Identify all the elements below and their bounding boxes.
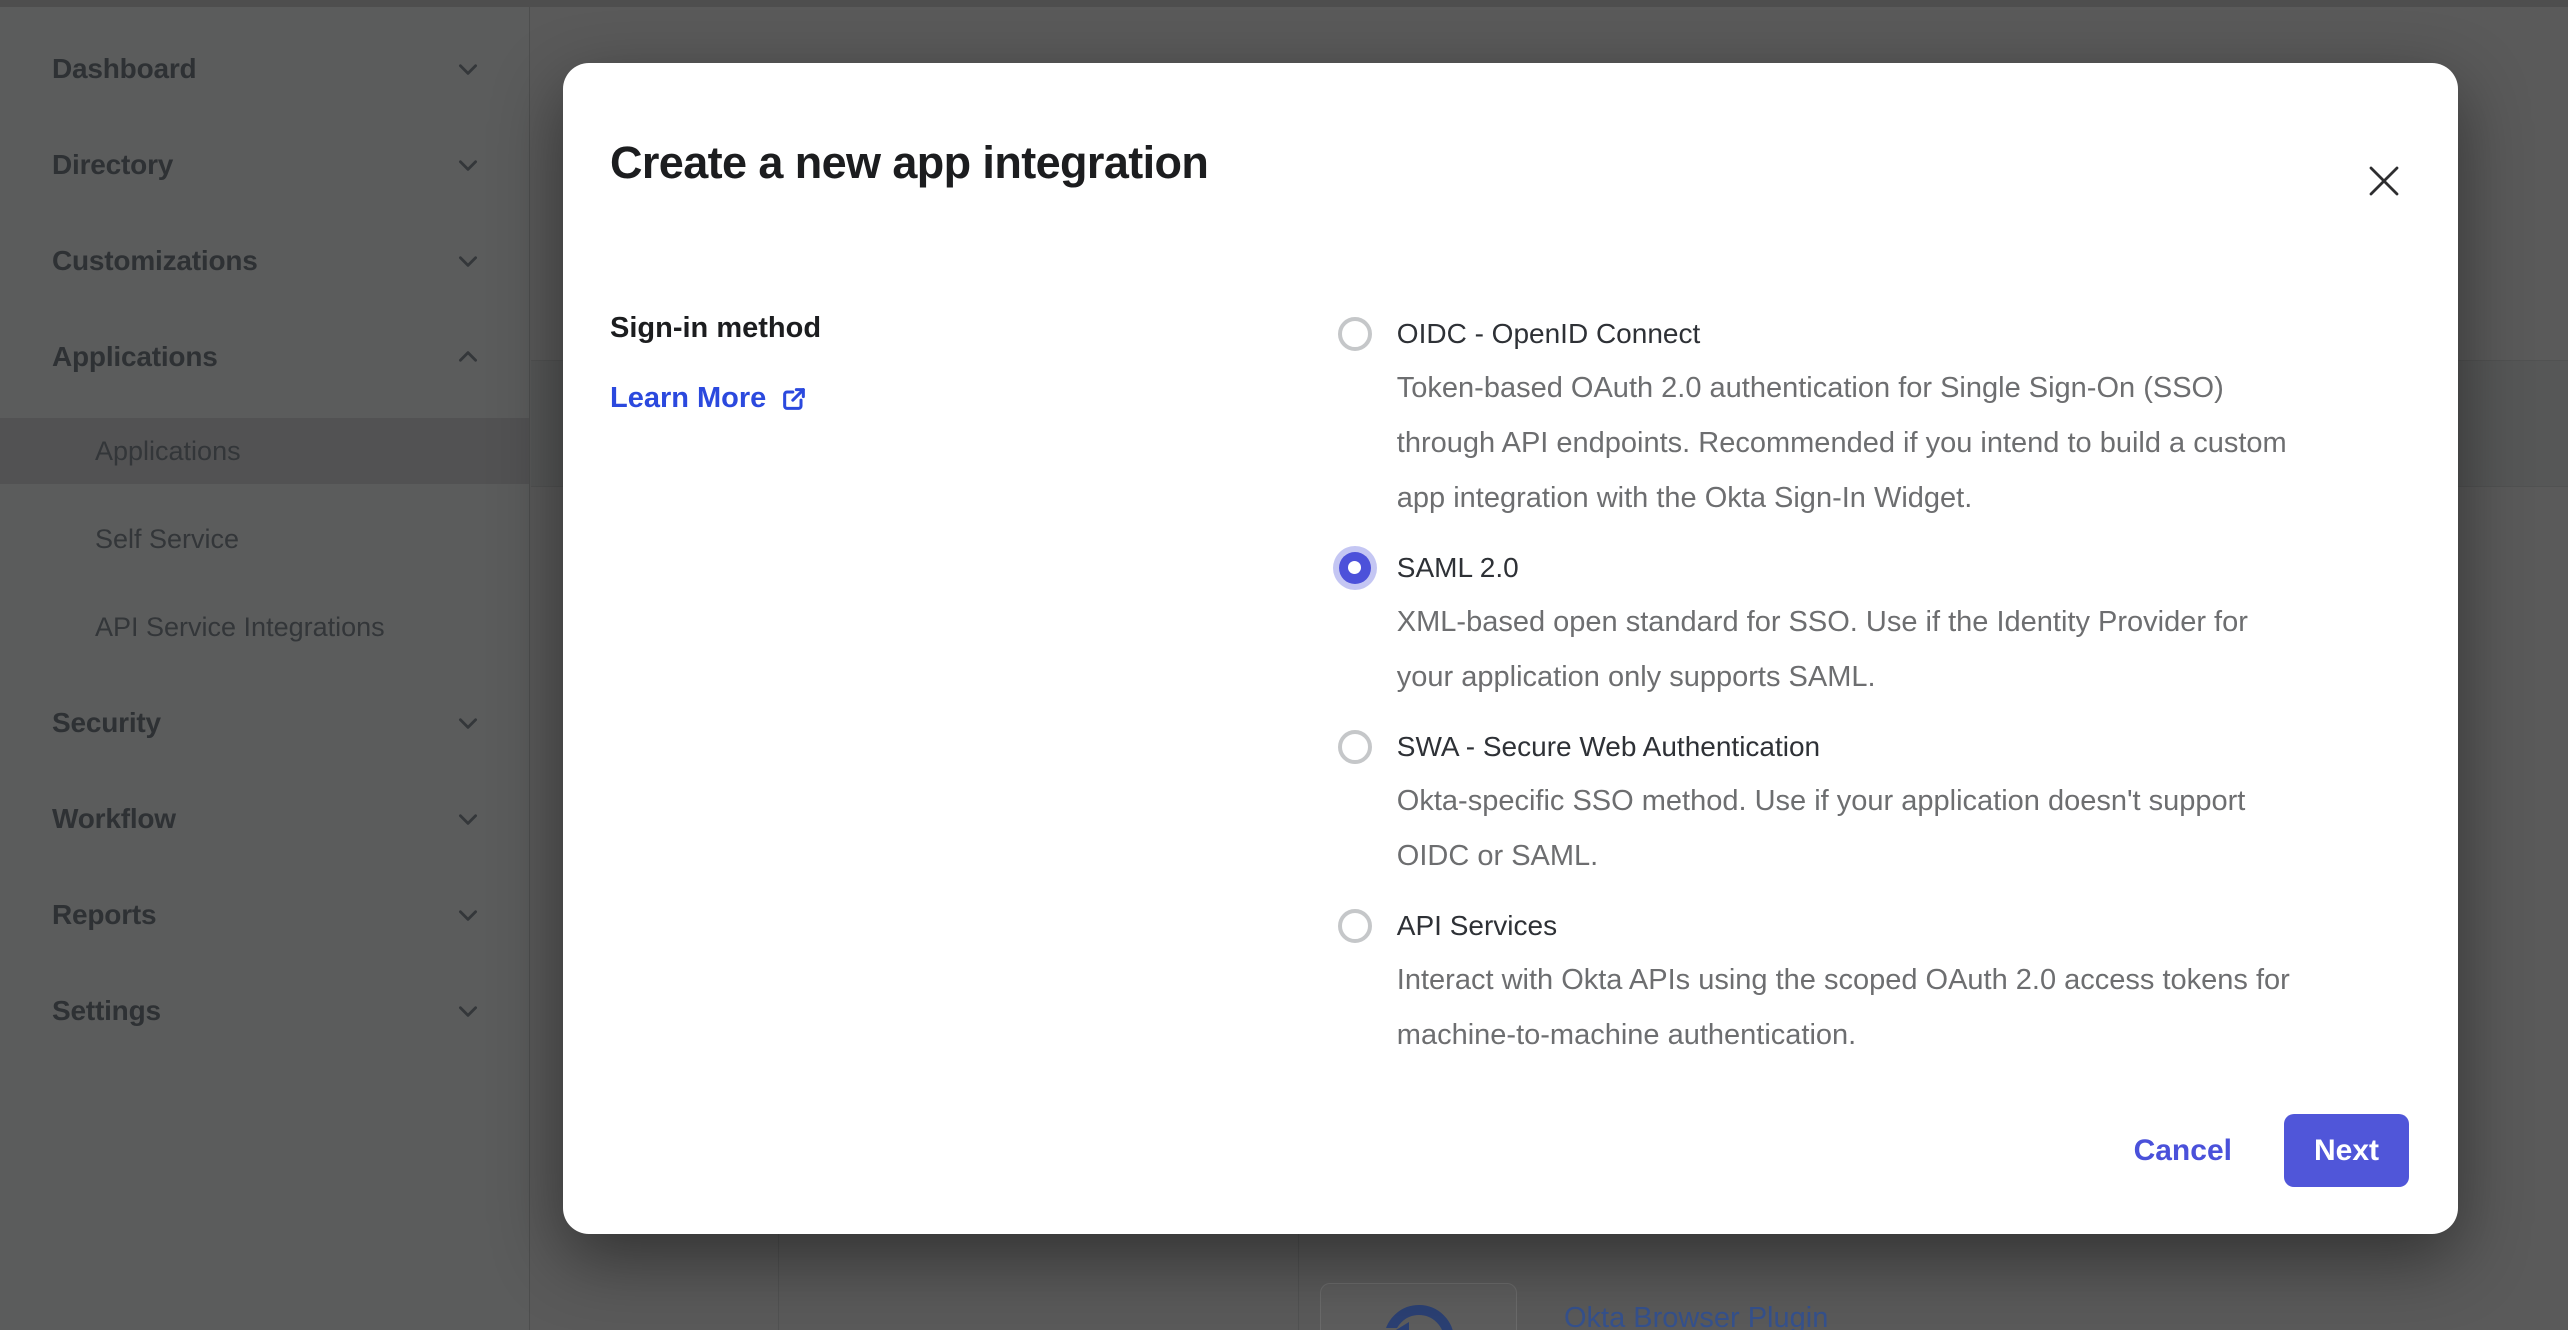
radio-saml[interactable] bbox=[1333, 546, 1377, 590]
option-description: XML-based open standard for SSO. Use if … bbox=[1397, 595, 2418, 705]
option-label: SWA - Secure Web Authentication bbox=[1397, 731, 1820, 763]
create-app-integration-modal: Create a new app integration Sign-in met… bbox=[563, 63, 2458, 1234]
radio-api-services[interactable] bbox=[1333, 904, 1377, 948]
close-button[interactable] bbox=[2354, 151, 2414, 211]
option-description: Okta-specific SSO method. Use if your ap… bbox=[1397, 774, 2418, 884]
external-link-icon bbox=[780, 385, 808, 413]
option-swa[interactable]: SWA - Secure Web Authentication Okta-spe… bbox=[1333, 719, 2418, 884]
close-icon bbox=[2367, 164, 2401, 198]
option-description: Interact with Okta APIs using the scoped… bbox=[1397, 953, 2418, 1063]
learn-more-link[interactable]: Learn More bbox=[610, 382, 808, 415]
option-description: Token-based OAuth 2.0 authentication for… bbox=[1397, 361, 2418, 526]
sign-in-method-options: OIDC - OpenID Connect Token-based OAuth … bbox=[1333, 306, 2418, 1077]
option-oidc[interactable]: OIDC - OpenID Connect Token-based OAuth … bbox=[1333, 306, 2418, 526]
modal-content: Sign-in method Learn More OIDC - OpenID … bbox=[610, 306, 2418, 1077]
sign-in-method-label: Sign-in method bbox=[610, 310, 1333, 346]
next-button[interactable]: Next bbox=[2284, 1114, 2409, 1187]
modal-footer: Cancel Next bbox=[2134, 1114, 2409, 1187]
modal-title: Create a new app integration bbox=[610, 137, 1208, 189]
radio-oidc[interactable] bbox=[1333, 312, 1377, 356]
radio-swa[interactable] bbox=[1333, 725, 1377, 769]
sign-in-method-section: Sign-in method Learn More bbox=[610, 306, 1333, 1077]
cancel-button[interactable]: Cancel bbox=[2134, 1134, 2232, 1168]
option-label: OIDC - OpenID Connect bbox=[1397, 318, 1700, 350]
option-label: API Services bbox=[1397, 910, 1557, 942]
option-saml[interactable]: SAML 2.0 XML-based open standard for SSO… bbox=[1333, 540, 2418, 705]
option-api-services[interactable]: API Services Interact with Okta APIs usi… bbox=[1333, 898, 2418, 1063]
option-label: SAML 2.0 bbox=[1397, 552, 1519, 584]
